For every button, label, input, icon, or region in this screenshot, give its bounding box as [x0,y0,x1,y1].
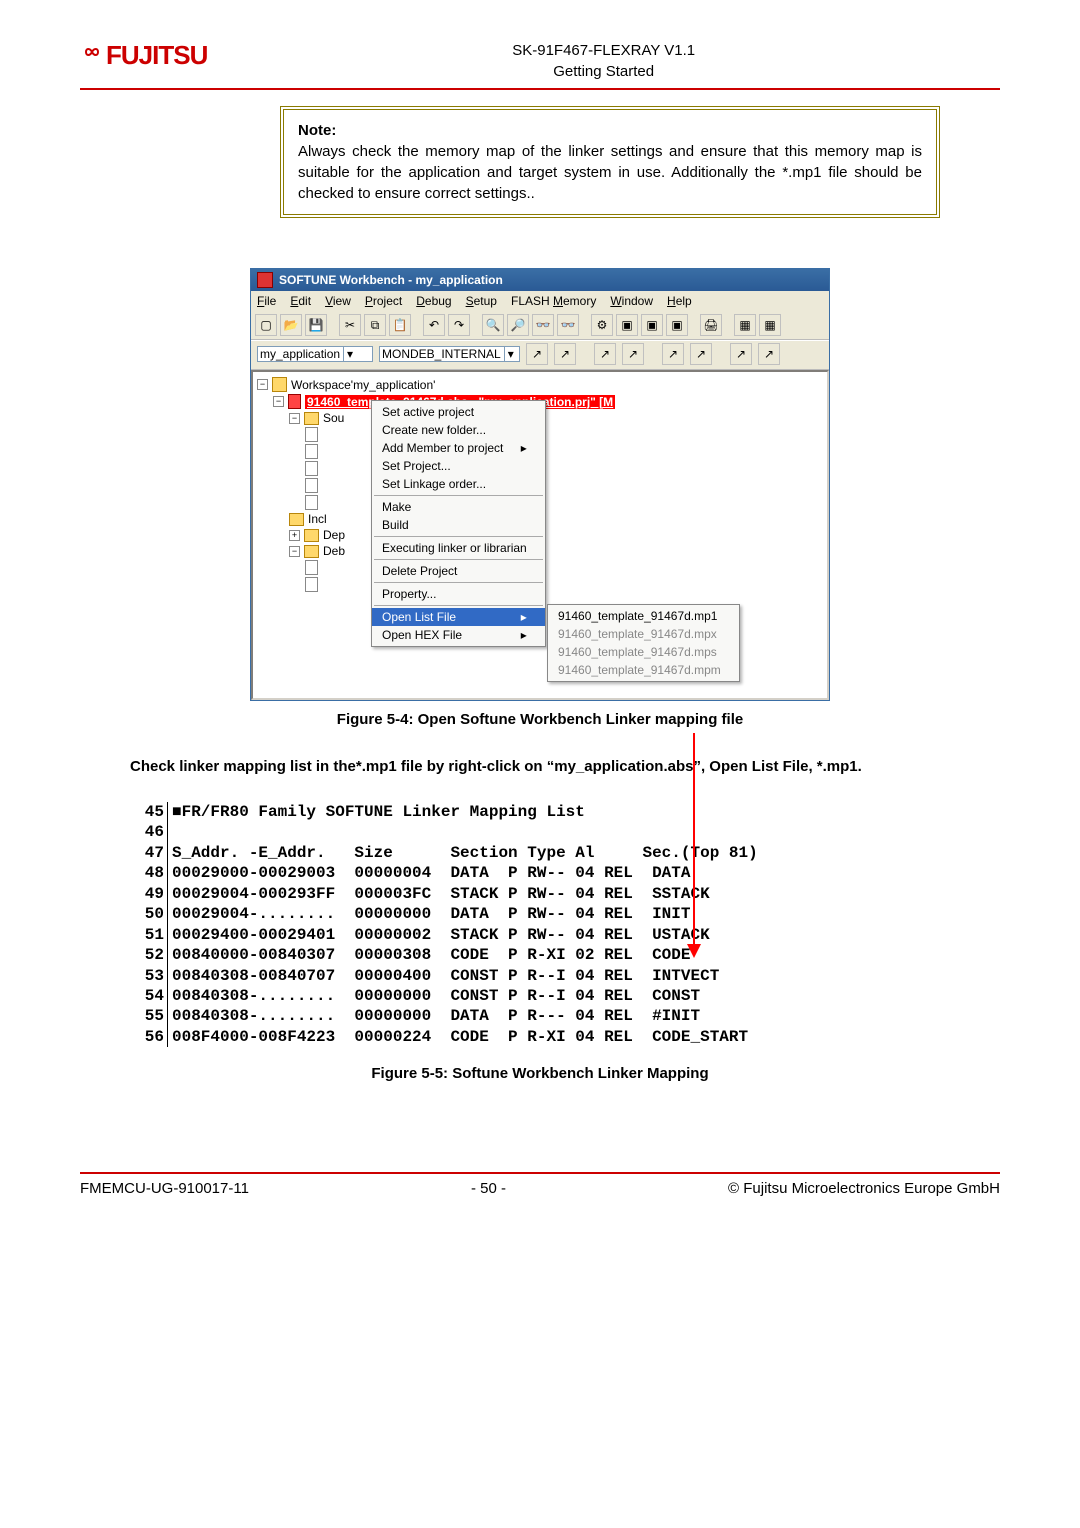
nav8-icon[interactable]: ↗ [758,343,780,365]
subitem-mpm[interactable]: 91460_template_91467d.mpm [548,661,739,679]
binoc-icon[interactable]: 👓 [532,314,554,336]
note-box: Note: Always check the memory map of the… [280,106,940,218]
menu-project[interactable]: Project [365,294,402,308]
tool2-icon[interactable]: ▣ [616,314,638,336]
logo: FUJITSU [80,40,207,71]
softune-window: SOFTUNE Workbench - my_application File … [250,268,830,701]
logo-text: FUJITSU [106,40,207,71]
file-icon [305,461,318,476]
paste-icon[interactable]: 📋 [389,314,411,336]
cut-icon[interactable]: ✂ [339,314,361,336]
find2-icon[interactable]: 🔎 [507,314,529,336]
note-body: Always check the memory map of the linke… [298,143,922,202]
footer-center: - 50 - [471,1180,506,1197]
page-header: FUJITSU SK-91F467-FLEXRAY V1.1 Getting S… [80,40,1000,90]
folder-icon [304,529,319,542]
nav-icon[interactable]: ↗ [526,343,548,365]
folder-icon [304,545,319,558]
ctx-add-member[interactable]: Add Member to project▸ [372,439,545,457]
nav6-icon[interactable]: ↗ [690,343,712,365]
tool3-icon[interactable]: ▣ [641,314,663,336]
subitem-mp1[interactable]: 91460_template_91467d.mp1 [548,607,739,625]
ctx-open-list[interactable]: Open List File▸ [372,608,545,626]
undo-icon[interactable]: ↶ [423,314,445,336]
nav3-icon[interactable]: ↗ [594,343,616,365]
ctx-create-folder[interactable]: Create new folder... [372,421,545,439]
arrow-head-icon [687,944,701,958]
window-title: SOFTUNE Workbench - my_application [279,273,503,287]
menu-edit[interactable]: Edit [290,294,311,308]
footer-right: © Fujitsu Microelectronics Europe GmbH [728,1180,1000,1197]
figure-caption-2: Figure 5-5: Softune Workbench Linker Map… [80,1065,1000,1082]
window-titlebar: SOFTUNE Workbench - my_application [251,269,829,291]
menu-flash[interactable]: FLASH Memory [511,294,596,308]
menu-help[interactable]: Help [667,294,692,308]
header-title: SK-91F467-FLEXRAY V1.1 Getting Started [207,40,1000,82]
nav7-icon[interactable]: ↗ [730,343,752,365]
linker-listing: 45■FR/FR80 Family SOFTUNE Linker Mapping… [130,802,950,1048]
extra2-icon[interactable]: ▦ [759,314,781,336]
menubar: File Edit View Project Debug Setup FLASH… [251,291,829,311]
chevron-down-icon: ▾ [343,347,353,361]
arrow-annotation [693,733,695,946]
menu-debug[interactable]: Debug [416,294,451,308]
subitem-mps[interactable]: 91460_template_91467d.mps [548,643,739,661]
file-icon [305,478,318,493]
binoc2-icon[interactable]: 👓 [557,314,579,336]
print-icon[interactable]: 🖨 [700,314,722,336]
subitem-mpx[interactable]: 91460_template_91467d.mpx [548,625,739,643]
tree-workspace[interactable]: − Workspace'my_application' [257,376,823,393]
ctx-delete[interactable]: Delete Project [372,562,545,580]
ctx-set-active[interactable]: Set active project [372,403,545,421]
ctx-exec-linker[interactable]: Executing linker or librarian [372,539,545,557]
toolbar-config: my_application ▾ MONDEB_INTERNAL ▾ ↗ ↗ ↗… [251,340,829,370]
file-icon [305,577,318,592]
project-icon [288,394,301,409]
nav4-icon[interactable]: ↗ [622,343,644,365]
menu-file[interactable]: File [257,294,276,308]
menu-window[interactable]: Window [610,294,653,308]
ctx-linkage[interactable]: Set Linkage order... [372,475,545,493]
file-icon [305,444,318,459]
toolbar-main: ▢ 📂 💾 ✂ ⧉ 📋 ↶ ↷ 🔍 🔎 👓 👓 ⚙ ▣ ▣ ▣ 🖨 ▦ ▦ [251,311,829,340]
ctx-property[interactable]: Property... [372,585,545,603]
app-icon [257,272,273,288]
select-project[interactable]: my_application ▾ [257,346,373,362]
body-paragraph: Check linker mapping list in the*.mp1 fi… [130,756,950,778]
redo-icon[interactable]: ↷ [448,314,470,336]
extra1-icon[interactable]: ▦ [734,314,756,336]
page-footer: FMEMCU-UG-910017-11 - 50 - © Fujitsu Mic… [80,1172,1000,1197]
menu-view[interactable]: View [325,294,351,308]
open-icon[interactable]: 📂 [280,314,302,336]
folder-icon [289,513,304,526]
file-icon [305,560,318,575]
copy-icon[interactable]: ⧉ [364,314,386,336]
tool4-icon[interactable]: ▣ [666,314,688,336]
save-icon[interactable]: 💾 [305,314,327,336]
new-icon[interactable]: ▢ [255,314,277,336]
context-submenu: 91460_template_91467d.mp1 91460_template… [547,604,740,682]
find-icon[interactable]: 🔍 [482,314,504,336]
folder-icon [304,412,319,425]
chevron-down-icon: ▾ [504,347,514,361]
context-menu: Set active project Create new folder... … [371,400,546,647]
menu-setup[interactable]: Setup [466,294,497,308]
workspace-icon [272,377,287,392]
tool-icon[interactable]: ⚙ [591,314,613,336]
ctx-make[interactable]: Make [372,498,545,516]
select-config[interactable]: MONDEB_INTERNAL ▾ [379,346,520,362]
ctx-build[interactable]: Build [372,516,545,534]
figure-caption-1: Figure 5-4: Open Softune Workbench Linke… [80,711,1000,728]
nav5-icon[interactable]: ↗ [662,343,684,365]
ctx-open-hex[interactable]: Open HEX File▸ [372,626,545,644]
file-icon [305,427,318,442]
file-icon [305,495,318,510]
note-title: Note: [298,122,336,139]
infinity-icon [80,40,104,64]
nav2-icon[interactable]: ↗ [554,343,576,365]
ctx-set-project[interactable]: Set Project... [372,457,545,475]
footer-left: FMEMCU-UG-910017-11 [80,1180,249,1197]
